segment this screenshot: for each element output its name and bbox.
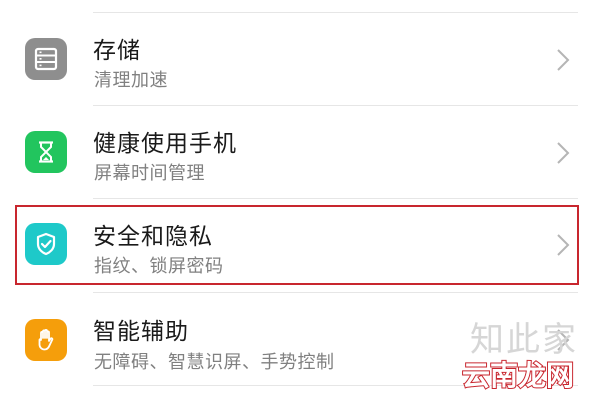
chevron-right-icon <box>557 234 570 256</box>
chevron-right-icon <box>557 142 570 164</box>
settings-item-subtitle: 指纹、锁屏密码 <box>94 256 224 277</box>
settings-item-security-privacy[interactable]: 安全和隐私 指纹、锁屏密码 <box>0 198 600 290</box>
settings-item-title: 安全和隐私 <box>93 224 213 250</box>
settings-item-title: 健康使用手机 <box>93 131 237 157</box>
chevron-right-icon <box>557 49 570 71</box>
settings-item-digital-balance[interactable]: 健康使用手机 屏幕时间管理 <box>0 105 600 197</box>
settings-item-storage[interactable]: 存储 清理加速 <box>0 12 600 104</box>
settings-screen: 存储 清理加速 健康使用手机 屏幕时间管理 安全和隐私 指纹、锁屏密码 智能辅助… <box>0 0 600 400</box>
storage-icon <box>25 38 67 80</box>
settings-item-subtitle: 清理加速 <box>94 70 168 91</box>
settings-item-subtitle: 屏幕时间管理 <box>94 163 205 184</box>
settings-item-subtitle: 无障碍、智慧识屏、手势控制 <box>94 352 335 373</box>
settings-item-title: 智能辅助 <box>93 319 189 345</box>
hourglass-icon <box>25 131 67 173</box>
shield-check-icon <box>25 223 67 265</box>
hand-icon <box>25 319 67 361</box>
settings-item-title: 存储 <box>93 38 141 64</box>
watermark-logo: 云南龙网 <box>461 358 575 393</box>
